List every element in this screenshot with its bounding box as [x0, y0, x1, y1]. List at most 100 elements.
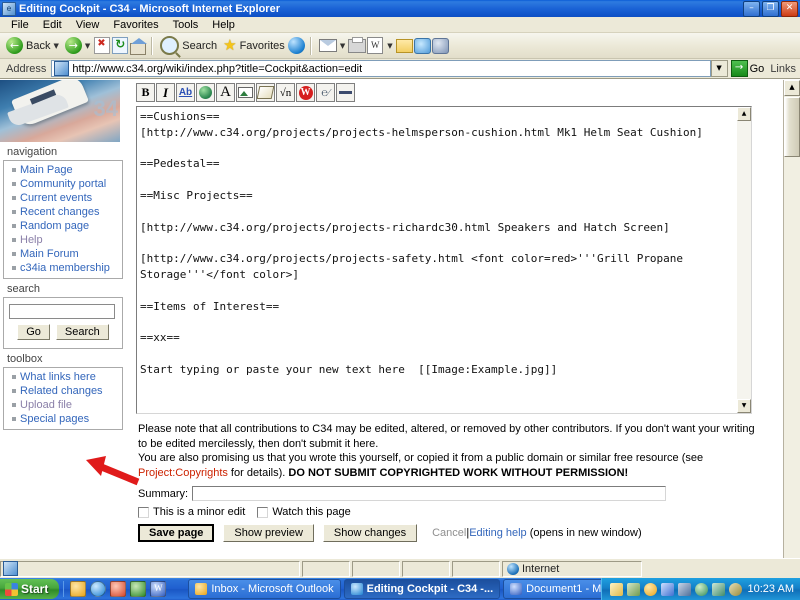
sidebar-item-what-links-here[interactable]: What links here [20, 371, 96, 383]
security-zone-cell[interactable]: Internet [502, 561, 642, 577]
forward-button[interactable]: → ▼ [62, 36, 93, 55]
edit-word-button[interactable]: W [366, 37, 384, 54]
minor-edit-checkbox[interactable] [138, 507, 149, 518]
signature-button[interactable]: ℮⁄ [316, 83, 335, 102]
address-dropdown-icon[interactable]: ▼ [711, 60, 728, 77]
list-item[interactable]: Main Page [20, 163, 122, 177]
quicklaunch-outlook-icon[interactable] [70, 581, 86, 597]
math-formula-button[interactable]: √n [276, 83, 295, 102]
cancel-link[interactable]: Cancel [432, 527, 466, 539]
italic-button[interactable]: I [156, 83, 175, 102]
external-link-button[interactable] [196, 83, 215, 102]
back-dropdown-icon[interactable]: ▼ [53, 42, 58, 50]
page-scroll-thumb[interactable] [784, 97, 800, 157]
start-button[interactable]: Start [0, 579, 59, 599]
list-item[interactable]: Random page [20, 219, 122, 233]
print-button[interactable] [348, 37, 366, 54]
quicklaunch-acrobat-icon[interactable] [110, 581, 126, 597]
search-submit-button[interactable]: Search [56, 324, 109, 340]
tray-mail-icon[interactable] [610, 583, 623, 596]
mail-dropdown-icon[interactable]: ▼ [340, 42, 345, 50]
messenger-button[interactable] [414, 37, 432, 54]
show-changes-button[interactable]: Show changes [323, 524, 417, 542]
save-page-button[interactable]: Save page [138, 524, 214, 542]
taskbar-item-outlook[interactable]: Inbox - Microsoft Outlook [188, 579, 340, 599]
list-item[interactable]: Upload file [20, 398, 122, 412]
media-file-link-button[interactable] [256, 83, 275, 102]
list-item[interactable]: Related changes [20, 384, 122, 398]
forward-dropdown-icon[interactable]: ▼ [85, 42, 90, 50]
address-input[interactable]: http://www.c34.org/wiki/index.php?title=… [51, 60, 710, 77]
sidebar-item-c34ia-membership[interactable]: c34ia membership [20, 262, 110, 274]
quicklaunch-ie-icon[interactable] [90, 581, 106, 597]
tray-shield-icon[interactable] [729, 583, 742, 596]
sidebar-item-current-events[interactable]: Current events [20, 192, 92, 204]
page-scroll-up-icon[interactable]: ▲ [784, 80, 800, 96]
favorites-button[interactable]: ★ Favorites [220, 37, 288, 54]
watch-page-label[interactable]: Watch this page [272, 506, 350, 518]
menu-favorites[interactable]: Favorites [106, 18, 165, 32]
nowiki-button[interactable]: W [296, 83, 315, 102]
watch-page-checkbox[interactable] [257, 507, 268, 518]
bold-button[interactable]: B [136, 83, 155, 102]
sidebar-item-random-page[interactable]: Random page [20, 220, 89, 232]
stop-button[interactable] [93, 37, 111, 54]
textarea-scrollbar[interactable]: ▲ ▼ [737, 107, 751, 413]
go-button[interactable]: → Go [729, 60, 771, 77]
sidebar-item-community-portal[interactable]: Community portal [20, 178, 106, 190]
sidebar-item-upload-file[interactable]: Upload file [20, 399, 72, 411]
system-clock[interactable]: 10:23 AM [748, 583, 794, 595]
editing-help-link[interactable]: Editing help [469, 527, 527, 539]
minor-edit-label[interactable]: This is a minor edit [153, 506, 245, 518]
show-preview-button[interactable]: Show preview [223, 524, 313, 542]
restore-button[interactable]: ❐ [762, 1, 779, 17]
list-item[interactable]: Community portal [20, 177, 122, 191]
history-button[interactable] [288, 37, 306, 54]
quicklaunch-word-icon[interactable]: W [150, 581, 166, 597]
quicklaunch-excel-icon[interactable] [130, 581, 146, 597]
close-button[interactable]: ✕ [781, 1, 798, 17]
home-button[interactable] [129, 37, 147, 54]
page-scrollbar[interactable]: ▲ [783, 80, 800, 558]
horizontal-line-button[interactable] [336, 83, 355, 102]
tray-volume-icon[interactable] [712, 583, 725, 596]
list-item[interactable]: Recent changes [20, 205, 122, 219]
edit-dropdown-button[interactable]: ▼ [384, 41, 395, 51]
sidebar-item-related-changes[interactable]: Related changes [20, 385, 103, 397]
taskbar-item-ie[interactable]: Editing Cockpit - C34 -... [344, 579, 501, 599]
list-item[interactable]: Special pages [20, 412, 122, 426]
project-copyrights-link[interactable]: Project:Copyrights [138, 467, 228, 479]
internal-link-button[interactable]: Ab [176, 83, 195, 102]
tray-outlook-icon[interactable] [644, 583, 657, 596]
menu-tools[interactable]: Tools [166, 18, 206, 32]
sidebar-item-main-forum[interactable]: Main Forum [20, 248, 79, 260]
list-item[interactable]: Help [20, 233, 122, 247]
list-item[interactable]: Current events [20, 191, 122, 205]
links-label[interactable]: Links [770, 63, 800, 75]
folder-button[interactable] [396, 37, 414, 54]
sidebar-item-recent-changes[interactable]: Recent changes [20, 206, 100, 218]
scroll-down-icon[interactable]: ▼ [737, 399, 751, 413]
people-button[interactable] [432, 37, 450, 54]
wikitext-textarea[interactable]: ==Cushions== [http://www.c34.org/project… [136, 106, 752, 414]
sidebar-item-main-page[interactable]: Main Page [20, 164, 73, 176]
mail-button[interactable]: ▼ [316, 38, 348, 53]
summary-input[interactable] [192, 486, 666, 501]
menu-view[interactable]: View [69, 18, 107, 32]
back-button[interactable]: ← Back ▼ [3, 36, 62, 55]
sidebar-item-help[interactable]: Help [20, 234, 43, 246]
scroll-up-icon[interactable]: ▲ [737, 107, 751, 121]
search-button[interactable]: Search [157, 35, 220, 56]
menu-edit[interactable]: Edit [36, 18, 69, 32]
tray-bluetooth-icon[interactable] [661, 583, 674, 596]
menu-file[interactable]: File [4, 18, 36, 32]
refresh-button[interactable] [111, 37, 129, 54]
tray-messenger-icon[interactable] [695, 583, 708, 596]
tray-lan-icon[interactable] [678, 583, 691, 596]
list-item[interactable]: c34ia membership [20, 261, 122, 275]
minimize-button[interactable]: – [743, 1, 760, 17]
chevron-down-icon[interactable]: ▼ [387, 42, 392, 50]
tray-network-icon[interactable] [627, 583, 640, 596]
list-item[interactable]: Main Forum [20, 247, 122, 261]
embedded-image-button[interactable] [236, 83, 255, 102]
